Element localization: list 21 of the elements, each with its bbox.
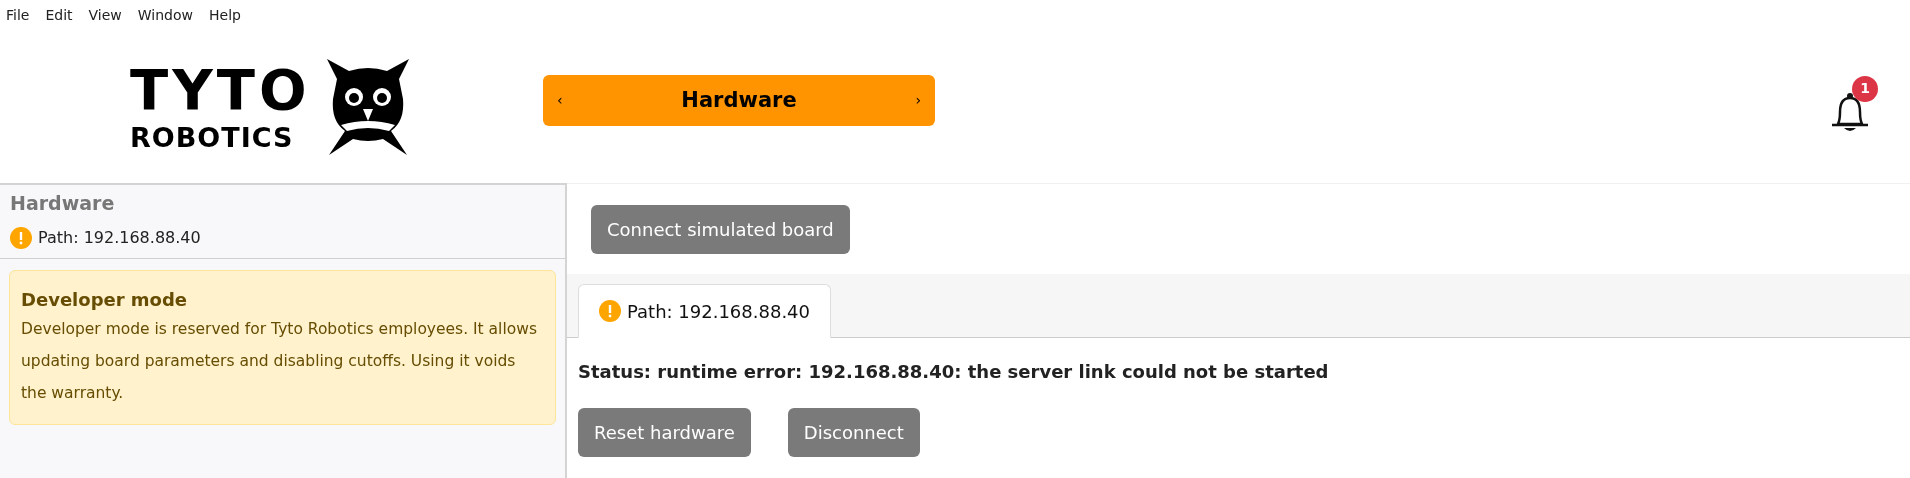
menu-item[interactable]: Window xyxy=(137,4,193,26)
previous-button[interactable]: ‹ xyxy=(557,90,563,111)
page-title: Hardware xyxy=(681,86,797,114)
logo-text: ROBOTICS xyxy=(130,124,295,151)
alert-title: Developer mode xyxy=(21,287,189,312)
owl-icon xyxy=(326,58,409,155)
tab[interactable]: Path: 192.168.88.40 xyxy=(578,284,831,338)
status-text: Status: runtime error: 192.168.88.40: the server link could not be started xyxy=(577,360,1330,384)
path-label: Path: 192.168.88.40 xyxy=(38,226,201,249)
menu-item[interactable]: Help xyxy=(209,4,241,26)
menu-item[interactable]: File xyxy=(6,4,30,26)
action-button[interactable]: Disconnect xyxy=(787,408,920,457)
connect-button[interactable]: Connect simulated board xyxy=(591,204,850,254)
menu-item[interactable]: Edit xyxy=(45,4,73,26)
logo-text: TYTO xyxy=(130,62,311,118)
menu-item[interactable]: View xyxy=(88,4,122,26)
notification-badge: 1 xyxy=(1852,75,1878,102)
sidebar-title: Hardware xyxy=(9,191,116,216)
action-button[interactable]: Reset hardware xyxy=(578,408,751,457)
next-button[interactable]: › xyxy=(915,90,921,111)
alert-text: Developer mode is reserved for Tyto Robotics employees. It allows updating board parameters and disabling cutoffs. Using it voids the warranty. xyxy=(21,318,538,404)
